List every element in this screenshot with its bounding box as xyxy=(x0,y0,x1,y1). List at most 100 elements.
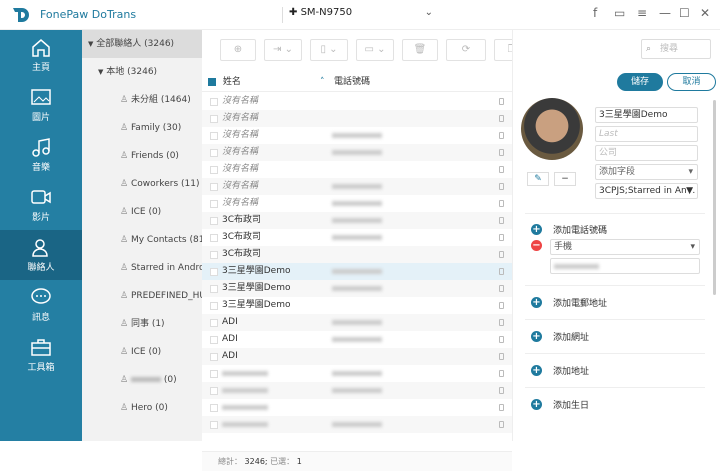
sidebar-item-video[interactable]: 影片 xyxy=(0,180,82,230)
column-phone[interactable]: 電話號碼 xyxy=(334,72,370,92)
add-birthday-button[interactable]: + 添加生日 xyxy=(531,398,589,411)
select-all-checkbox[interactable] xyxy=(208,77,216,86)
sort-asc-icon[interactable]: ˄ xyxy=(320,72,325,92)
row-checkbox[interactable] xyxy=(210,200,218,208)
add-email-button[interactable]: + 添加電郵地址 xyxy=(531,296,607,309)
row-checkbox[interactable] xyxy=(210,336,218,344)
table-row[interactable] xyxy=(202,382,512,399)
table-row[interactable]: 3C布政司 xyxy=(202,229,512,246)
phone-device-icon xyxy=(499,132,504,139)
table-row[interactable]: 3C布政司 xyxy=(202,212,512,229)
phone-number-field[interactable] xyxy=(550,258,700,274)
row-checkbox[interactable] xyxy=(210,387,218,395)
selected-label: 已選： xyxy=(270,457,295,466)
table-row[interactable]: 沒有名稱 xyxy=(202,178,512,195)
group-item[interactable]: ♙ My Contacts (81) xyxy=(82,226,202,254)
group-item[interactable]: ▼ 本地 (3246) xyxy=(82,58,202,86)
contact-avatar[interactable] xyxy=(521,98,583,160)
column-name[interactable]: 姓名 xyxy=(223,77,241,87)
table-row[interactable]: 沒有名稱 xyxy=(202,195,512,212)
group-item[interactable]: ♙ Friends (0) xyxy=(82,142,202,170)
group-item[interactable]: ♙ 同事 (1) xyxy=(82,310,202,338)
edit-avatar-button[interactable]: ✎ xyxy=(527,172,549,186)
save-button[interactable]: 儲存 xyxy=(617,73,663,91)
scrollbar[interactable] xyxy=(713,100,716,295)
menu-icon[interactable]: ≡ xyxy=(637,6,647,20)
last-name-field[interactable]: Last xyxy=(595,126,698,142)
table-row[interactable]: 沒有名稱 xyxy=(202,161,512,178)
table-row[interactable] xyxy=(202,365,512,382)
group-item[interactable]: ▼ 全部聯絡人 (3246) xyxy=(82,30,202,58)
chevron-down-icon: ▾ xyxy=(690,242,695,252)
company-field[interactable]: 公司 xyxy=(595,145,698,161)
row-checkbox[interactable] xyxy=(210,421,218,429)
row-checkbox[interactable] xyxy=(210,353,218,361)
maximize-icon[interactable]: ☐ xyxy=(679,6,690,20)
sidebar-item-image[interactable]: 圖片 xyxy=(0,80,82,130)
table-row[interactable]: 沒有名稱 xyxy=(202,127,512,144)
remove-avatar-button[interactable]: − xyxy=(554,172,576,186)
add-url-button[interactable]: + 添加網址 xyxy=(531,330,589,343)
row-checkbox[interactable] xyxy=(210,251,218,259)
row-checkbox[interactable] xyxy=(210,149,218,157)
refresh-button[interactable]: ⟳ xyxy=(446,39,486,61)
table-row[interactable]: 沒有名稱 xyxy=(202,93,512,110)
table-row[interactable]: 沒有名稱 xyxy=(202,110,512,127)
add-field-dropdown[interactable]: 添加字段 ▾ xyxy=(595,164,698,180)
row-checkbox[interactable] xyxy=(210,132,218,140)
sidebar-item-home[interactable]: 主頁 xyxy=(0,30,82,80)
import-button[interactable]: ⇥ ⌄ xyxy=(264,39,302,61)
row-checkbox[interactable] xyxy=(210,319,218,327)
export-to-device-button[interactable]: ▯ ⌄ xyxy=(310,39,348,61)
table-row[interactable]: ADI xyxy=(202,314,512,331)
group-item[interactable]: ♙ Hero (0) xyxy=(82,394,202,422)
row-checkbox[interactable] xyxy=(210,285,218,293)
delete-button[interactable]: 🗑 xyxy=(402,39,438,61)
row-checkbox[interactable] xyxy=(210,98,218,106)
group-item[interactable]: ♙ (0) xyxy=(82,366,202,394)
sidebar-item-music[interactable]: 音樂 xyxy=(0,130,82,180)
table-row[interactable]: 3C布政司 xyxy=(202,246,512,263)
group-item[interactable]: ♙ PREDEFINED_HUAWEI xyxy=(82,282,202,310)
row-checkbox[interactable] xyxy=(210,302,218,310)
add-address-button[interactable]: + 添加地址 xyxy=(531,364,589,377)
minimize-icon[interactable]: — xyxy=(659,6,671,20)
close-icon[interactable]: ✕ xyxy=(700,6,710,20)
sidebar-item-contacts[interactable]: 聯絡人 xyxy=(0,230,82,280)
table-row[interactable] xyxy=(202,399,512,416)
row-checkbox[interactable] xyxy=(210,234,218,242)
feedback-icon[interactable]: ▭ xyxy=(614,6,625,20)
add-contact-button[interactable]: ⊕ xyxy=(220,39,256,61)
table-row[interactable]: 3三星學園Demo xyxy=(202,263,512,280)
add-phone-button[interactable]: + 添加電話號碼 xyxy=(531,223,607,236)
group-item[interactable]: ♙ Family (30) xyxy=(82,114,202,142)
table-row[interactable]: ADI xyxy=(202,348,512,365)
export-to-pc-button[interactable]: ▭ ⌄ xyxy=(356,39,394,61)
group-item[interactable]: ♙ 未分組 (1464) xyxy=(82,86,202,114)
facebook-icon[interactable]: f xyxy=(593,6,597,20)
sidebar-item-message[interactable]: 訊息 xyxy=(0,280,82,330)
search-input[interactable]: ⌕ 搜尋 xyxy=(641,39,711,59)
row-checkbox[interactable] xyxy=(210,268,218,276)
first-name-field[interactable]: 3三星學園Demo xyxy=(595,107,698,123)
row-checkbox[interactable] xyxy=(210,217,218,225)
phone-type-dropdown[interactable]: 手機 ▾ xyxy=(550,239,700,255)
row-checkbox[interactable] xyxy=(210,115,218,123)
row-checkbox[interactable] xyxy=(210,183,218,191)
row-checkbox[interactable] xyxy=(210,166,218,174)
table-row[interactable]: 沒有名稱 xyxy=(202,144,512,161)
group-item[interactable]: ♙ Coworkers (11) xyxy=(82,170,202,198)
table-row[interactable] xyxy=(202,416,512,433)
groups-dropdown[interactable]: 3CPJS;Starred in An... ▼ xyxy=(595,183,698,199)
cancel-button[interactable]: 取消 xyxy=(667,73,716,91)
table-row[interactable]: 3三星學園Demo xyxy=(202,280,512,297)
table-row[interactable]: 3三星學園Demo xyxy=(202,297,512,314)
device-selector[interactable]: ✚ SM-N9750 ⌄ xyxy=(282,7,437,23)
sidebar-item-toolbox[interactable]: 工具箱 xyxy=(0,330,82,380)
row-checkbox[interactable] xyxy=(210,370,218,378)
group-item[interactable]: ♙ ICE (0) xyxy=(82,338,202,366)
table-row[interactable]: ADI xyxy=(202,331,512,348)
group-item[interactable]: ♙ ICE (0) xyxy=(82,198,202,226)
row-checkbox[interactable] xyxy=(210,404,218,412)
group-item[interactable]: ♙ Starred in Android xyxy=(82,254,202,282)
